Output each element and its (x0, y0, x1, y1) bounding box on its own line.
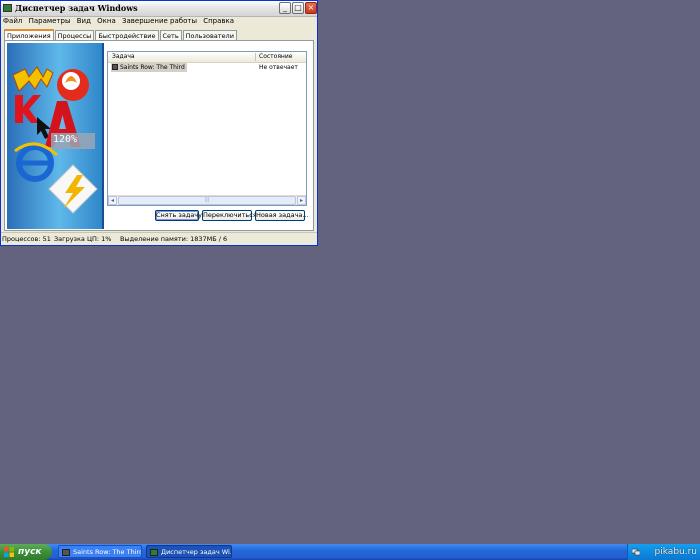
task-state: Не отвечает (259, 64, 298, 71)
taskbar-item-label: Диспетчер задач Wi... (161, 548, 232, 556)
minimize-button[interactable]: _ (279, 2, 291, 14)
close-button[interactable]: × (305, 2, 317, 14)
scroll-thumb[interactable]: ||| (118, 196, 296, 205)
menu-options[interactable]: Параметры (27, 16, 73, 25)
task-name-text: Saints Row: The Third (120, 64, 185, 71)
list-header: Задача Состояние (108, 52, 306, 63)
task-manager-icon (3, 4, 12, 12)
menu-help[interactable]: Справка (201, 16, 236, 25)
column-state[interactable]: Состояние (259, 53, 292, 60)
title-bar[interactable]: Диспетчер задач Windows _ □ × (1, 1, 317, 17)
windows-logo-icon (4, 547, 14, 557)
menu-view[interactable]: Вид (75, 16, 93, 25)
taskbar-item-task-manager[interactable]: Диспетчер задач Wi... (146, 545, 232, 558)
scroll-left-button[interactable]: ◂ (108, 196, 117, 205)
horizontal-scrollbar[interactable]: ◂ ||| ▸ (108, 195, 306, 205)
status-cpu: Загрузка ЦП: 1% (54, 235, 112, 243)
status-bar: Процессов: 51 Загрузка ЦП: 1% Выделение … (1, 232, 317, 245)
tab-performance[interactable]: Быстродействие (95, 30, 159, 40)
game-app-icon (62, 549, 70, 556)
list-item[interactable]: Saints Row: The Third Не отвечает (109, 63, 305, 72)
tab-processes[interactable]: Процессы (54, 30, 95, 40)
network-icon[interactable] (632, 548, 640, 556)
task-manager-window: Диспетчер задач Windows _ □ × Файл Парам… (0, 0, 318, 246)
menu-shutdown[interactable]: Завершение работы (120, 16, 199, 25)
maximize-button[interactable]: □ (292, 2, 304, 14)
taskbar: пуск Saints Row: The Third Диспетчер зад… (0, 544, 700, 560)
start-label: пуск (18, 547, 42, 557)
applications-list[interactable]: Задача Состояние Saints Row: The Third Н… (107, 51, 307, 206)
start-button[interactable]: пуск (0, 544, 52, 560)
tab-networking[interactable]: Сеть (159, 30, 182, 40)
column-task[interactable]: Задача (112, 53, 135, 60)
new-task-button[interactable]: Новая задача... (255, 210, 309, 221)
window-title: Диспетчер задач Windows (15, 3, 138, 13)
switch-to-button[interactable]: Переключиться (202, 210, 257, 221)
task-name: Saints Row: The Third (111, 63, 187, 72)
taskbar-item-label: Saints Row: The Third (73, 548, 142, 556)
applications-panel: 120% Задача Состояние Saints Row: The Th… (4, 40, 314, 231)
column-divider[interactable] (255, 53, 256, 61)
tab-strip: Приложения Процессы Быстродействие Сеть Поль… (4, 29, 238, 40)
system-tray: pikabu.ru (627, 544, 700, 560)
tab-applications[interactable]: Приложения (4, 29, 54, 40)
game-app-icon (112, 64, 118, 70)
task-manager-icon (150, 549, 158, 556)
menu-bar: Файл Параметры Вид Окна Завершение работ… (1, 16, 317, 27)
status-memory: Выделение памяти: 1837МБ / 6 (120, 235, 228, 243)
zoom-overlay-text: 120% (53, 134, 78, 145)
end-task-button[interactable]: Снять задачу (155, 210, 202, 221)
icon-collage-image: 120% (7, 43, 104, 229)
taskbar-item-saints-row[interactable]: Saints Row: The Third (58, 545, 142, 558)
watermark-text: pikabu.ru (654, 547, 697, 557)
scroll-right-button[interactable]: ▸ (297, 196, 306, 205)
tab-users[interactable]: Пользователи (182, 30, 237, 40)
menu-windows[interactable]: Окна (95, 16, 118, 25)
status-processes: Процессов: 51 (2, 235, 51, 243)
menu-file[interactable]: Файл (1, 16, 24, 25)
